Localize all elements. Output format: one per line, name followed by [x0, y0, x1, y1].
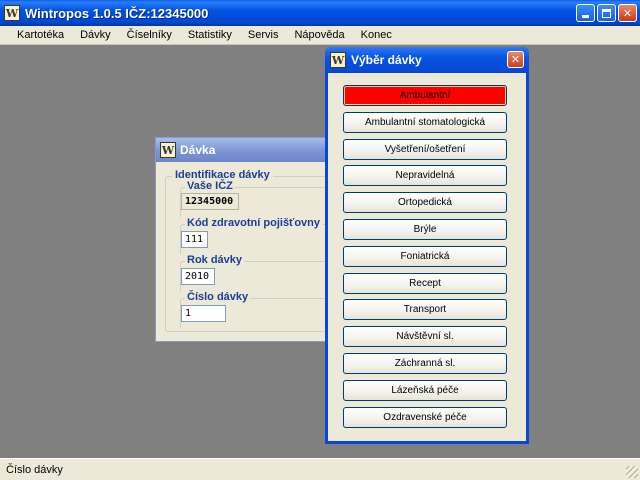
caption-buttons: ✕ [576, 4, 637, 22]
app-icon[interactable]: W [4, 5, 20, 21]
kod-pojistovny-field[interactable]: 111 [181, 231, 208, 248]
davka-type-button-transport[interactable]: Transport [343, 299, 507, 321]
identifikace-group: Identifikace dávky Vaše IČZ 12345000 Kód… [165, 169, 334, 332]
close-icon: ✕ [622, 6, 633, 20]
vyber-davky-dialog: W Výběr dávky ✕ Ambulantní Ambulantní st… [325, 47, 529, 444]
davka-type-button-lazenska[interactable]: Lázeňská péče [343, 379, 507, 401]
menu-servis[interactable]: Servis [240, 26, 287, 45]
davka-type-list: Ambulantní Ambulantní stomatologická Vyš… [343, 85, 507, 433]
davka-type-button-navstevni[interactable]: Návštěvní sl. [343, 326, 507, 348]
menu-ciselniky[interactable]: Číselníky [119, 26, 180, 45]
resize-grip-icon[interactable] [626, 466, 638, 478]
rok-davky-field[interactable]: 2010 [181, 268, 215, 285]
app-icon: W [330, 52, 346, 68]
vyber-davky-title-bar[interactable]: W Výběr dávky ✕ [325, 47, 529, 73]
davka-title: Dávka [180, 143, 216, 157]
davka-type-button-nepravidelna[interactable]: Nepravidelná [343, 165, 507, 187]
davka-type-button-ambulantni-stomatologicka[interactable]: Ambulantní stomatologická [343, 111, 507, 133]
davka-type-button-ambulantni[interactable]: Ambulantní [343, 85, 507, 106]
close-icon: ✕ [510, 53, 521, 66]
menu-kartoteka[interactable]: Kartotéka [9, 26, 72, 45]
menu-napoveda[interactable]: Nápověda [286, 26, 352, 45]
cislo-davky-label: Číslo dávky [185, 291, 251, 303]
minimize-icon [582, 15, 589, 18]
davka-type-button-foniatricka[interactable]: Foniatrická [343, 245, 507, 267]
app-icon: W [160, 142, 176, 158]
menu-bar: Kartotéka Dávky Číselníky Statistiky Ser… [0, 26, 640, 45]
davka-type-button-ortopedicka[interactable]: Ortopedická [343, 192, 507, 214]
menu-statistiky[interactable]: Statistiky [180, 26, 240, 45]
vyber-davky-title: Výběr dávky [351, 53, 422, 67]
maximize-icon [602, 8, 611, 18]
dialog-close-button[interactable]: ✕ [507, 51, 524, 68]
status-bar: Číslo dávky [0, 458, 640, 480]
davka-type-button-vysetreni[interactable]: Vyšetření/ošetření [343, 138, 507, 160]
maximize-button[interactable] [597, 4, 616, 22]
window-title: Wintropos 1.0.5 IČZ:12345000 [25, 5, 209, 21]
davka-type-button-bryle[interactable]: Brýle [343, 218, 507, 240]
menu-davky[interactable]: Dávky [72, 26, 119, 45]
cislo-davky-field[interactable]: 1 [181, 305, 226, 322]
davka-window: W Dávka Identifikace dávky Vaše IČZ 1234… [155, 137, 335, 342]
vase-icz-field: 12345000 [181, 193, 239, 210]
rok-davky-label: Rok dávky [185, 254, 245, 266]
minimize-button[interactable] [576, 4, 595, 22]
davka-title-bar[interactable]: W Dávka [156, 138, 334, 162]
menu-konec[interactable]: Konec [353, 26, 400, 45]
close-button[interactable]: ✕ [618, 4, 637, 22]
davka-type-button-ozdravenske[interactable]: Ozdravenské péče [343, 406, 507, 428]
status-text: Číslo dávky [6, 463, 63, 476]
davka-type-button-zachranna[interactable]: Záchranná sl. [343, 352, 507, 374]
davka-type-button-recept[interactable]: Recept [343, 272, 507, 294]
kod-pojistovny-label: Kód zdravotní pojišťovny [185, 217, 322, 229]
vase-icz-label: Vaše IČZ [185, 180, 235, 192]
main-title-bar: W Wintropos 1.0.5 IČZ:12345000 ✕ [0, 0, 640, 26]
vyber-davky-body: Ambulantní Ambulantní stomatologická Vyš… [328, 73, 526, 441]
